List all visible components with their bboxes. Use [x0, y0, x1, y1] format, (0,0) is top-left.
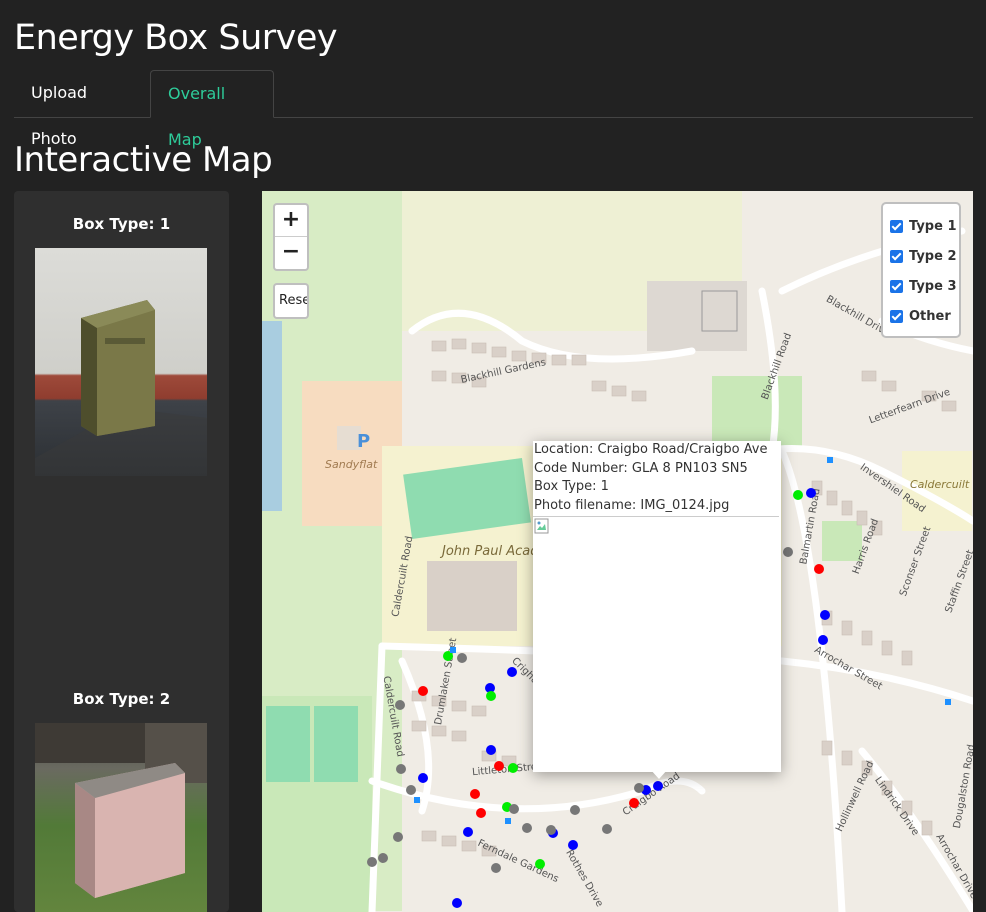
interactive-map[interactable]: P Sandyflat Blackhill Gardens Blackhill … [262, 191, 973, 912]
box-marker[interactable] [378, 853, 388, 863]
app-title: Energy Box Survey [14, 18, 338, 58]
box-marker[interactable] [568, 840, 578, 850]
box-marker[interactable] [396, 764, 406, 774]
reset-button[interactable]: Reset [273, 283, 309, 319]
popup-location: Location: Craigbo Road/Craigbo Ave [534, 442, 768, 457]
box-marker[interactable] [395, 700, 405, 710]
checkbox-checked-icon[interactable] [890, 279, 903, 293]
layer-filter-control: Type 1 Type 2 Type 3 Other [881, 202, 961, 338]
box-marker[interactable] [653, 781, 663, 791]
box-marker[interactable] [535, 859, 545, 869]
box-type-label: Box Type: 2 [72, 690, 171, 708]
marker-popup[interactable]: Location: Craigbo Road/Craigbo Ave Code … [533, 441, 781, 772]
box-marker[interactable] [508, 763, 518, 773]
box-marker[interactable] [463, 827, 473, 837]
broken-image-icon [534, 518, 549, 534]
box-marker[interactable] [452, 898, 462, 908]
tab-bar: Upload Photo Overall Map [14, 70, 973, 149]
box-marker[interactable] [470, 789, 480, 799]
layer-toggle-other[interactable]: Other [890, 305, 951, 327]
box-marker[interactable] [806, 488, 816, 498]
box-marker[interactable] [793, 490, 803, 500]
box-marker[interactable] [507, 667, 517, 677]
popup-box-type: Box Type: 1 [534, 479, 609, 494]
layer-label: Type 1 [909, 218, 957, 234]
box-marker[interactable] [570, 805, 580, 815]
box-photo-type-2 [35, 723, 207, 912]
checkbox-checked-icon[interactable] [890, 249, 903, 263]
square-marker[interactable] [450, 647, 456, 653]
box-marker[interactable] [509, 804, 519, 814]
box-marker[interactable] [486, 691, 496, 701]
box-marker[interactable] [418, 686, 428, 696]
checkbox-checked-icon[interactable] [890, 309, 903, 323]
box-marker[interactable] [820, 610, 830, 620]
popup-code-number: Code Number: GLA 8 PN103 SN5 [534, 460, 748, 476]
box-marker[interactable] [494, 761, 504, 771]
box-marker[interactable] [393, 832, 403, 842]
box-card-type-1: Box Type: 1 [14, 215, 229, 247]
square-marker[interactable] [945, 699, 951, 705]
square-marker[interactable] [505, 818, 511, 824]
box-type-label: Box Type: 1 [72, 215, 171, 233]
box-marker[interactable] [367, 857, 377, 867]
box-marker[interactable] [818, 635, 828, 645]
zoom-in-button[interactable]: + [275, 205, 307, 237]
box-marker[interactable] [522, 823, 532, 833]
box-marker[interactable] [486, 745, 496, 755]
box-marker[interactable] [634, 783, 644, 793]
layer-toggle-type3[interactable]: Type 3 [890, 275, 957, 297]
box-marker[interactable] [491, 863, 501, 873]
checkbox-checked-icon[interactable] [890, 219, 903, 233]
box-marker[interactable] [457, 653, 467, 663]
zoom-control: + − [273, 203, 309, 271]
box-marker[interactable] [602, 824, 612, 834]
layer-label: Type 3 [909, 278, 957, 294]
popup-photo-filename: Photo filename: IMG_0124.jpg [534, 497, 730, 513]
layer-label: Type 2 [909, 248, 957, 264]
box-photo-type-1 [35, 248, 207, 476]
popup-photo [533, 516, 779, 771]
box-marker[interactable] [629, 798, 639, 808]
layer-toggle-type1[interactable]: Type 1 [890, 215, 957, 237]
box-marker[interactable] [546, 825, 556, 835]
box-marker[interactable] [406, 785, 416, 795]
tab-upload-photo[interactable]: Upload Photo [14, 70, 149, 148]
layer-toggle-type2[interactable]: Type 2 [890, 245, 957, 267]
popup-tip [650, 769, 668, 779]
square-marker[interactable] [414, 797, 420, 803]
section-title: Interactive Map [14, 140, 273, 180]
box-marker[interactable] [783, 547, 793, 557]
box-card-type-2: Box Type: 2 [14, 690, 229, 722]
layer-label: Other [909, 308, 951, 324]
box-type-sidebar: Box Type: 1 Box Type: 2 [14, 191, 229, 912]
square-marker[interactable] [827, 457, 833, 463]
tab-overall-map[interactable]: Overall Map [150, 70, 274, 149]
box-marker[interactable] [418, 773, 428, 783]
box-marker[interactable] [476, 808, 486, 818]
zoom-out-button[interactable]: − [275, 237, 307, 268]
box-marker[interactable] [814, 564, 824, 574]
